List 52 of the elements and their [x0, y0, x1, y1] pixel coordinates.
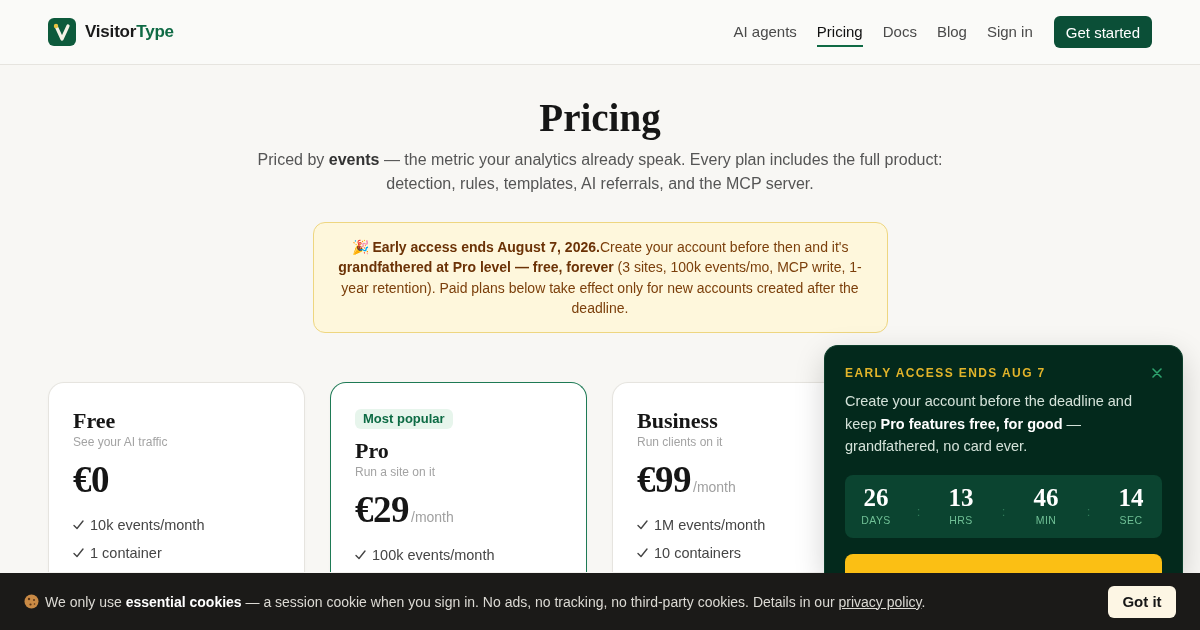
- notice-text: 🎉 Early access ends August 7, 2026.Create your account before then and it's grandfathered at Pro level — free, forever (3 sites, 100k events/mo, MCP write, 1-year retention). Paid plans below take effect only for new accounts created after the deadline.: [337, 238, 863, 318]
- promo-text: Create your account before the deadline and keep Pro features free, for good — grandfathered, no card ever.: [845, 392, 1133, 456]
- plan-name: Pro: [355, 439, 390, 464]
- countdown-value: 46: [1033, 485, 1059, 511]
- plan-tagline: Run a site on it: [355, 464, 437, 481]
- plan-name: Free: [73, 409, 117, 434]
- feature-text: 1M events/month: [654, 517, 766, 534]
- page-subtitle: Priced by events — the metric your analytics already speak. Every plan includes the full product: detection, rules, templates, AI referrals, and the MCP server.: [256, 150, 944, 194]
- countdown-label: DAYS: [861, 514, 891, 527]
- check-icon: [355, 550, 366, 561]
- countdown-separator: :: [1001, 503, 1006, 519]
- feature-text: 100k events/month: [372, 547, 495, 564]
- nav-link[interactable]: Docs: [882, 17, 917, 47]
- nav-link[interactable]: Sign in: [986, 17, 1033, 47]
- action-button[interactable]: [845, 553, 1162, 573]
- promo-eyebrow: EARLY ACCESS ENDS AUG 7: [845, 365, 1046, 381]
- check-icon: [73, 548, 84, 559]
- plan-tagline: See your AI traffic: [73, 434, 169, 451]
- cookie-notice-text: We only use essential cookies — a session cookie when you sign in. No ads, no tracking, no third-party cookies. Details in our privacy policy.: [45, 593, 926, 610]
- price-period: /month: [411, 509, 454, 526]
- countdown-value: 26: [863, 485, 889, 511]
- feature-text: 10 containers: [654, 545, 742, 562]
- nav-link[interactable]: Blog: [936, 17, 967, 47]
- nav-link[interactable]: AI agents: [733, 17, 797, 47]
- nav-link[interactable]: Pricing: [816, 17, 863, 47]
- countdown-label: MIN: [1035, 514, 1057, 527]
- countdown-label: SEC: [1119, 514, 1143, 527]
- countdown-label: HRS: [949, 514, 973, 527]
- plan-tag: Most popular: [355, 409, 453, 430]
- plan-tagline: Run clients on it: [637, 434, 724, 451]
- feature-text: 10k events/month: [90, 517, 205, 534]
- check-icon: [637, 548, 648, 559]
- close-icon: [1152, 368, 1162, 378]
- page-title: Pricing: [539, 95, 661, 141]
- check-icon: [73, 520, 84, 531]
- feature-text: 1 container: [90, 545, 162, 562]
- cookie-icon: [24, 594, 39, 609]
- countdown-separator: :: [1086, 503, 1091, 519]
- logo-icon: [48, 18, 76, 46]
- countdown-separator: :: [916, 503, 921, 519]
- got-it-button[interactable]: Got it: [1108, 585, 1176, 618]
- close-button[interactable]: [1150, 366, 1164, 380]
- plan-name: Business: [637, 409, 719, 434]
- get-started-button[interactable]: Get started: [1053, 16, 1152, 48]
- check-icon: [637, 520, 648, 531]
- plan-price: €99: [637, 460, 691, 501]
- countdown-value: 13: [948, 485, 974, 511]
- brand-name: VisitorType: [85, 22, 174, 42]
- plan-price: €29: [355, 490, 409, 531]
- plan-price: €0: [73, 460, 109, 501]
- price-period: /month: [693, 479, 736, 496]
- countdown-value: 14: [1118, 485, 1144, 511]
